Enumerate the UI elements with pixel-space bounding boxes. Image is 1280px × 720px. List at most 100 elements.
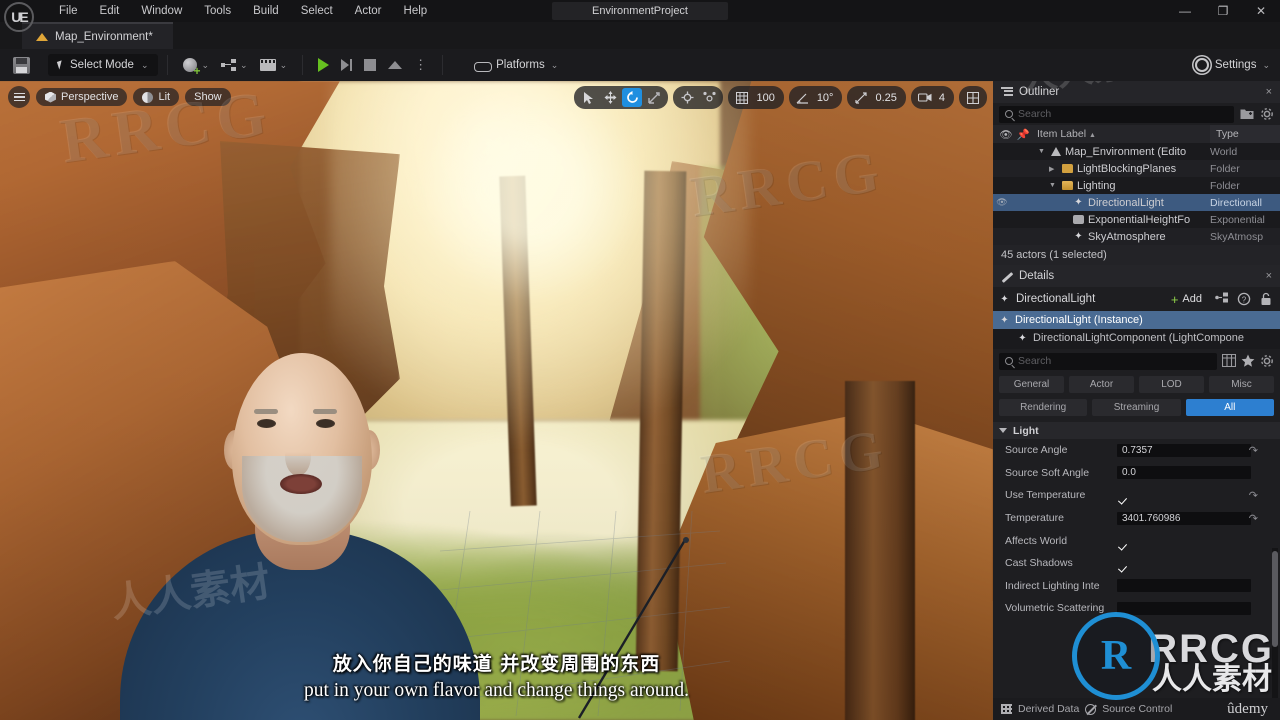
- camera-speed-value[interactable]: 4: [937, 92, 950, 104]
- source-control-label[interactable]: Source Control: [1102, 703, 1172, 715]
- outliner-search-input[interactable]: Search: [999, 105, 1234, 123]
- visibility-toggle-icon[interactable]: 👁: [993, 197, 1011, 208]
- menu-item-edit[interactable]: Edit: [89, 2, 131, 20]
- close-button[interactable]: ✕: [1242, 0, 1280, 22]
- menu-item-help[interactable]: Help: [393, 2, 439, 20]
- component-row[interactable]: ✦ DirectionalLight (Instance): [993, 311, 1280, 329]
- outliner-row-label-cell: ✦ SkyAtmosphere: [1027, 231, 1210, 243]
- viewport-lighting-mode-button[interactable]: Lit: [133, 88, 180, 106]
- outliner-row[interactable]: ✦ SkyAtmosphere SkyAtmosp: [993, 228, 1280, 245]
- stop-button[interactable]: [358, 55, 382, 75]
- more-options-button[interactable]: ⋮: [408, 57, 433, 73]
- scale-snap-icon[interactable]: [851, 88, 871, 107]
- property-text-input[interactable]: 3401.760986: [1117, 511, 1251, 525]
- rotate-tool-button[interactable]: [622, 88, 643, 107]
- menu-item-select[interactable]: Select: [290, 2, 344, 20]
- expand-triangle-right-icon[interactable]: ▶: [1049, 165, 1058, 173]
- details-filter-all[interactable]: All: [1185, 399, 1274, 416]
- grid-snap-value[interactable]: 100: [754, 92, 779, 104]
- menu-item-window[interactable]: Window: [130, 2, 193, 20]
- details-filter-lod[interactable]: LOD: [1139, 376, 1204, 393]
- details-filter-streaming[interactable]: Streaming: [1092, 399, 1181, 416]
- open-blueprint-icon[interactable]: [1214, 292, 1230, 306]
- item-label-column[interactable]: Item Label ▲: [1031, 128, 1210, 140]
- add-actor-button[interactable]: ⌄: [177, 54, 215, 77]
- reset-to-default-icon[interactable]: ↷: [1249, 444, 1258, 457]
- play-button[interactable]: [312, 54, 335, 76]
- scale-snap-value[interactable]: 0.25: [873, 92, 901, 104]
- menu-item-actor[interactable]: Actor: [344, 2, 393, 20]
- platforms-dropdown[interactable]: Platforms ⌄: [474, 59, 558, 72]
- type-column[interactable]: Type: [1210, 125, 1280, 143]
- viewport-menu-icon: [13, 92, 25, 102]
- world-coordinate-button[interactable]: [677, 88, 697, 107]
- details-filter-actor[interactable]: Actor: [1069, 376, 1134, 393]
- viewport-menu-button[interactable]: [8, 86, 30, 108]
- outliner-row[interactable]: ▼ Lighting Folder: [993, 177, 1280, 194]
- move-tool-button[interactable]: [600, 88, 620, 107]
- grid-snap-icon[interactable]: [732, 88, 752, 107]
- scale-snap-group[interactable]: 0.25: [847, 86, 906, 109]
- level-viewport[interactable]: Perspective Lit Show 100 10° 0.25 4: [0, 81, 993, 720]
- pin-column-icon[interactable]: 📌: [1015, 128, 1031, 141]
- details-settings-icon[interactable]: [1260, 354, 1274, 368]
- angle-snap-group[interactable]: 10°: [788, 86, 843, 109]
- menu-item-build[interactable]: Build: [242, 2, 290, 20]
- column-layout-icon[interactable]: [1221, 353, 1237, 368]
- select-tool-button[interactable]: [578, 88, 598, 107]
- viewport-layout-group[interactable]: [959, 86, 987, 109]
- outliner-row[interactable]: ▼ Map_Environment (Edito World: [993, 143, 1280, 160]
- directional-light-gizmo[interactable]: [565, 536, 695, 720]
- viewport-view-mode-button[interactable]: Perspective: [36, 88, 128, 106]
- save-icon[interactable]: [13, 56, 30, 74]
- select-mode-dropdown[interactable]: Select Mode ⌄: [48, 54, 159, 76]
- lock-icon[interactable]: [1258, 292, 1274, 306]
- minimize-button[interactable]: —: [1166, 0, 1204, 22]
- add-component-button[interactable]: + Add: [1165, 291, 1208, 307]
- surface-snap-button[interactable]: [699, 88, 719, 107]
- derived-data-label[interactable]: Derived Data: [1018, 703, 1079, 715]
- settings-dropdown[interactable]: Settings ⌄: [1194, 58, 1270, 72]
- property-text-input[interactable]: 0.0: [1117, 466, 1251, 480]
- skip-button[interactable]: [335, 55, 358, 75]
- unreal-engine-logo-icon[interactable]: UE: [4, 2, 34, 32]
- close-icon[interactable]: ×: [1266, 86, 1272, 98]
- reset-to-default-icon[interactable]: ↷: [1249, 489, 1258, 502]
- close-icon[interactable]: ×: [1266, 270, 1272, 282]
- outliner-row[interactable]: ExponentialHeightFo Exponential: [993, 211, 1280, 228]
- menu-item-tools[interactable]: Tools: [193, 2, 242, 20]
- expand-triangle-down-icon[interactable]: ▼: [1038, 148, 1047, 155]
- details-filter-rendering[interactable]: Rendering: [999, 399, 1088, 416]
- blueprints-button[interactable]: ⌄: [215, 55, 254, 75]
- tab-map-environment[interactable]: Map_Environment*: [22, 22, 173, 49]
- light-section-header[interactable]: Light: [993, 422, 1280, 439]
- menu-item-file[interactable]: File: [48, 2, 89, 20]
- outliner-settings-icon[interactable]: [1260, 107, 1274, 121]
- grid-snap-group[interactable]: 100: [728, 86, 784, 109]
- details-search-input[interactable]: Search: [999, 352, 1217, 370]
- maximize-button[interactable]: ❐: [1204, 0, 1242, 22]
- outliner-row[interactable]: ▶ LightBlockingPlanes Folder: [993, 160, 1280, 177]
- scale-tool-button[interactable]: [644, 88, 664, 107]
- angle-snap-value[interactable]: 10°: [815, 92, 839, 104]
- cinematics-button[interactable]: ⌄: [254, 55, 294, 75]
- eject-button[interactable]: [382, 57, 408, 73]
- help-icon[interactable]: ?: [1236, 292, 1252, 306]
- details-filter-misc[interactable]: Misc: [1209, 376, 1274, 393]
- new-folder-icon[interactable]: [1240, 107, 1254, 121]
- outliner-row[interactable]: 👁 ✦ DirectionalLight Directionall: [993, 194, 1280, 211]
- star-icon[interactable]: [1241, 354, 1255, 368]
- visibility-column-eye-icon[interactable]: 👁: [997, 128, 1015, 141]
- component-row[interactable]: ✦ DirectionalLightComponent (LightCompone: [993, 329, 1280, 347]
- property-text-input[interactable]: 0.7357: [1117, 443, 1251, 457]
- viewport-show-button[interactable]: Show: [185, 88, 231, 106]
- viewport-layout-icon[interactable]: [963, 88, 983, 107]
- camera-speed-icon[interactable]: [915, 88, 935, 107]
- expand-triangle-down-icon[interactable]: ▼: [1049, 182, 1058, 189]
- property-text-input[interactable]: [1117, 579, 1251, 593]
- camera-speed-group[interactable]: 4: [910, 86, 954, 109]
- angle-snap-icon[interactable]: [793, 88, 813, 107]
- reset-to-default-icon[interactable]: ↷: [1249, 512, 1258, 525]
- property-text-input[interactable]: [1117, 601, 1251, 615]
- details-filter-general[interactable]: General: [999, 376, 1064, 393]
